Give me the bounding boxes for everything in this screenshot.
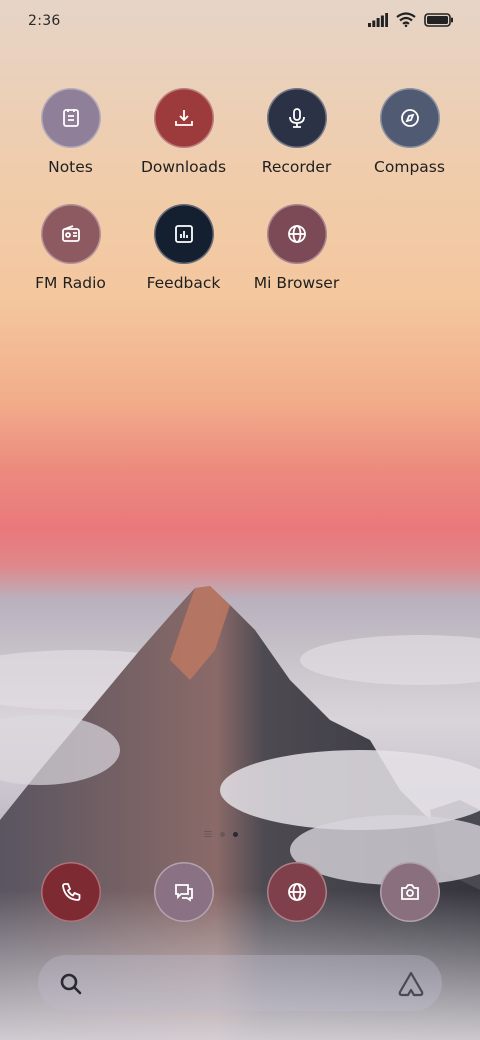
- signal-icon: [368, 12, 388, 27]
- camera-icon[interactable]: [379, 862, 440, 922]
- globe-icon[interactable]: [266, 862, 327, 922]
- app-fm-radio[interactable]: FM Radio: [14, 204, 127, 292]
- app-notes[interactable]: Notes: [14, 88, 127, 176]
- messages-icon[interactable]: [153, 862, 214, 922]
- app-downloads[interactable]: Downloads: [127, 88, 240, 176]
- status-bar: 2:36: [0, 0, 480, 44]
- chart-icon[interactable]: [153, 204, 214, 264]
- app-recorder[interactable]: Recorder: [240, 88, 353, 176]
- app-label: FM Radio: [35, 274, 106, 292]
- app-grid: Notes Downloads Recorder Compass FM Radi…: [14, 88, 466, 292]
- app-feedback[interactable]: Feedback: [127, 204, 240, 292]
- battery-icon: [424, 12, 453, 27]
- app-label: Recorder: [261, 158, 332, 176]
- microphone-icon[interactable]: [266, 88, 327, 148]
- search-bar[interactable]: [38, 955, 442, 1011]
- dock: [14, 862, 466, 922]
- app-mi-browser[interactable]: Mi Browser: [240, 204, 353, 292]
- compass-icon[interactable]: [379, 88, 440, 148]
- page-indicator: [204, 831, 238, 837]
- globe-icon[interactable]: [266, 204, 327, 264]
- app-label: Notes: [48, 158, 93, 176]
- page-dot-list[interactable]: [204, 831, 212, 837]
- status-time: 2:36: [28, 13, 61, 29]
- app-compass[interactable]: Compass: [353, 88, 466, 176]
- phone-icon[interactable]: [40, 862, 101, 922]
- app-label: Downloads: [140, 158, 227, 176]
- radio-icon[interactable]: [40, 204, 101, 264]
- notes-icon[interactable]: [40, 88, 101, 148]
- app-label: Mi Browser: [253, 274, 340, 292]
- app-label: Compass: [374, 158, 445, 176]
- page-dot[interactable]: [220, 831, 225, 837]
- page-dot-active[interactable]: [233, 831, 238, 837]
- search-icon[interactable]: [58, 971, 84, 997]
- download-icon[interactable]: [153, 88, 214, 148]
- wifi-icon: [396, 12, 416, 27]
- assistant-icon[interactable]: [396, 970, 426, 998]
- app-label: Feedback: [146, 274, 221, 292]
